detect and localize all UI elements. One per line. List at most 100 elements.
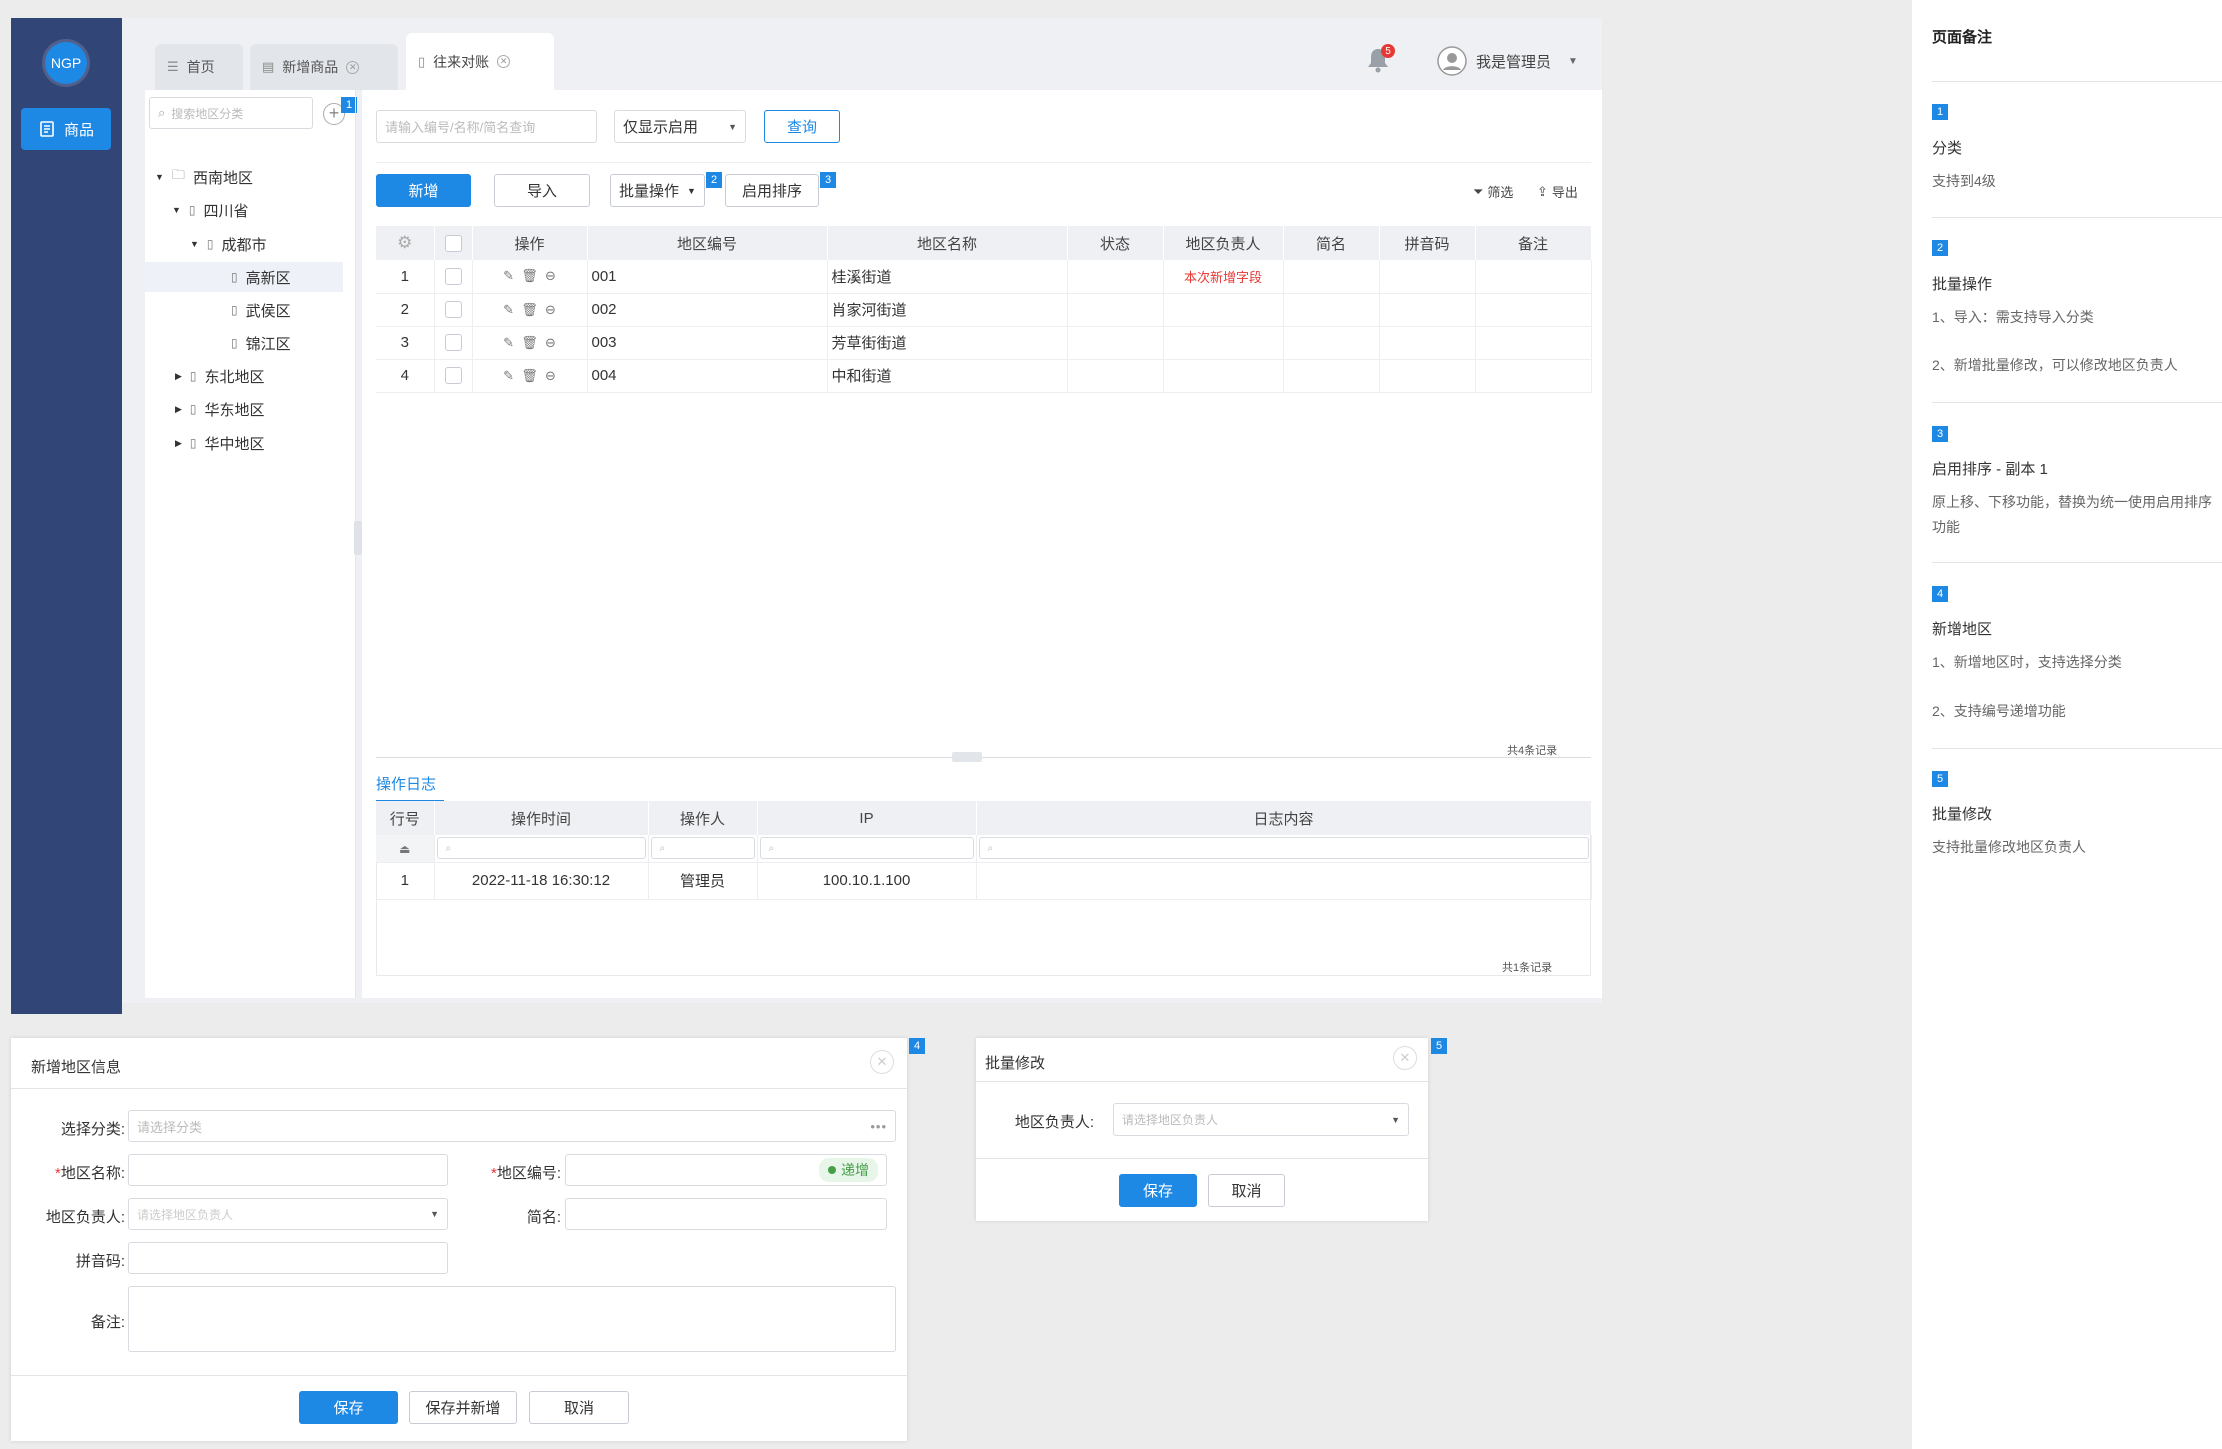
tree-item[interactable]: ▯ 武侯区 [231,295,291,325]
close-icon[interactable]: ✕ [1393,1046,1417,1070]
tree-item[interactable]: ▶ ▯ 华中地区 [175,428,265,458]
lock-icon: ⏏ [399,841,411,856]
manager-select[interactable]: 请选择地区负责人 ▼ [1113,1103,1409,1136]
region-code: 001 [587,260,828,294]
region-remark [1475,326,1592,360]
enable-sort-button[interactable]: 启用排序 [725,174,819,207]
save-and-new-button[interactable]: 保存并新增 [409,1391,517,1424]
save-button[interactable]: 保存 [299,1391,398,1424]
tree-item[interactable]: ▯ 锦江区 [231,328,291,358]
disable-icon[interactable]: ⊖ [545,268,556,283]
disable-icon[interactable]: ⊖ [545,368,556,383]
remark-textarea[interactable] [128,1286,896,1352]
row-select[interactable] [434,326,473,360]
table-row[interactable]: 1 ✎ 🗑 ⊖ 001 桂溪街道 本次新增字段 [376,260,1592,294]
column-header: 状态 [1067,226,1164,260]
document-icon: ▯ [418,53,426,69]
batch-edit-dialog: 批量修改 ✕ 地区负责人: 请选择地区负责人 ▼ 保存 取消 [976,1038,1428,1221]
list-icon: ☰ [167,59,179,74]
note-heading: 批量修改 [1932,806,1993,823]
cancel-button[interactable]: 取消 [529,1391,629,1424]
log-filter-operator[interactable]: ⌕ [648,835,758,863]
save-button[interactable]: 保存 [1119,1174,1197,1207]
table-row[interactable]: 2 ✎ 🗑 ⊖ 002 肖家河街道 [376,293,1592,327]
edit-icon[interactable]: ✎ [503,335,514,350]
select-all-checkbox[interactable] [444,234,462,252]
delete-icon[interactable]: 🗑 [521,368,538,383]
tree-item[interactable]: ▼ ▯ 四川省 [172,195,249,225]
close-icon[interactable]: ✕ [870,1050,894,1074]
row-select[interactable] [434,359,473,393]
row-checkbox[interactable] [444,334,462,352]
edit-icon[interactable]: ✎ [503,368,514,383]
query-button[interactable]: 查询 [764,110,840,143]
category-selector[interactable]: 请选择分类 ••• [128,1110,896,1142]
table-row[interactable]: 4 ✎ 🗑 ⊖ 004 中和街道 [376,359,1592,393]
add-button[interactable]: 新增 [376,174,471,207]
row-checkbox[interactable] [444,301,462,319]
tab-new-goods[interactable]: ▤ 新增商品 ✕ [250,44,398,90]
gear-icon[interactable]: ⚙ [397,233,412,252]
disable-icon[interactable]: ⊖ [545,302,556,317]
filter-button[interactable]: ⏷ 筛选 [1473,182,1513,201]
row-checkbox[interactable] [444,367,462,385]
row-checkbox[interactable] [444,268,462,286]
note-heading: 启用排序 - 副本 1 [1932,461,2048,478]
row-select[interactable] [434,293,473,327]
delete-icon[interactable]: 🗑 [521,302,538,317]
pane-splitter-handle[interactable] [952,752,982,762]
log-filter-ip[interactable]: ⌕ [757,835,977,863]
increment-toggle[interactable]: 递增 [819,1158,878,1182]
file-icon: ▯ [206,237,214,251]
region-code-field[interactable]: 递增 [565,1154,887,1186]
note-badge: 2 [706,172,722,188]
region-name-field[interactable] [128,1154,448,1186]
note-number: 4 [1932,586,1948,602]
tab-home[interactable]: ☰ 首页 [155,44,243,90]
region-code: 004 [587,359,828,393]
filter-input[interactable]: ⌕ [650,837,755,860]
export-button[interactable]: ⇪ 导出 [1537,182,1578,201]
tree-item[interactable]: ▶ ▯ 东北地区 [175,361,265,391]
tree-item[interactable]: ▼ 🗀 西南地区 [155,162,253,192]
tree-item[interactable]: ▶ ▯ 华东地区 [175,394,265,424]
splitter-handle[interactable] [354,521,362,555]
delete-icon[interactable]: 🗑 [521,268,538,283]
region-pinyin [1379,260,1476,294]
search-input[interactable]: 请输入编号/名称/简名查询 [376,110,597,143]
row-select[interactable] [434,260,473,294]
note-number: 3 [1932,426,1948,442]
manager-select[interactable]: 请选择地区负责人 ▼ [128,1198,448,1230]
filter-input[interactable]: ⌕ [759,837,974,860]
close-icon[interactable]: ✕ [346,60,360,74]
tree-item-selected[interactable]: ▯ 高新区 [145,262,343,292]
nav-item-goods[interactable]: 商品 [21,108,111,150]
filter-input[interactable]: ⌕ [436,837,646,860]
edit-icon[interactable]: ✎ [503,302,514,317]
tab-operation-log[interactable]: 操作日志 [376,773,444,802]
log-row[interactable]: 1 2022-11-18 16:30:12 管理员 100.10.1.100 [376,862,1592,900]
column-settings[interactable]: ⚙ [376,226,435,260]
cancel-button[interactable]: 取消 [1208,1174,1285,1207]
caret-down-icon: ▼ [1391,1114,1400,1125]
filter-input[interactable]: ⌕ [978,837,1589,860]
table-row[interactable]: 3 ✎ 🗑 ⊖ 003 芳草街街道 [376,326,1592,360]
pinyin-label: 拼音码: [75,1253,125,1270]
import-button[interactable]: 导入 [494,174,590,207]
short-name-field[interactable] [565,1198,887,1230]
tab-reconciliation[interactable]: ▯ 往来对账 ✕ [406,33,554,90]
notification-bell[interactable]: 5 [1365,44,1395,76]
close-icon[interactable]: ✕ [497,55,511,68]
select-all[interactable] [434,226,473,260]
edit-icon[interactable]: ✎ [503,268,514,283]
batch-operation-button[interactable]: 批量操作 ▼ [610,174,705,207]
user-menu[interactable]: 我是管理员 ▼ [1437,44,1578,78]
tree-item[interactable]: ▼ ▯ 成都市 [190,229,267,259]
log-filter-time[interactable]: ⌕ [434,835,649,863]
tree-search-input[interactable]: ⌕ 搜索地区分类 [149,97,313,129]
disable-icon[interactable]: ⊖ [545,335,556,350]
pinyin-field[interactable] [128,1242,448,1274]
delete-icon[interactable]: 🗑 [521,335,538,350]
status-select[interactable]: 仅显示启用 ▼ [614,110,746,143]
log-filter-content[interactable]: ⌕ [976,835,1592,863]
